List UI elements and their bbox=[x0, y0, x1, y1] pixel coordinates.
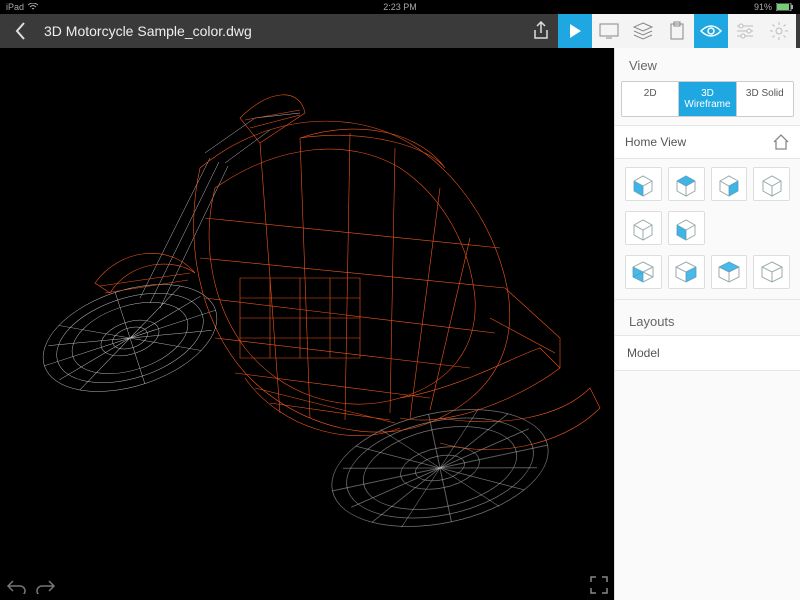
view-panel-button[interactable] bbox=[694, 14, 728, 48]
layers-button[interactable] bbox=[626, 14, 660, 48]
cube-right[interactable] bbox=[711, 167, 748, 201]
iso-se[interactable] bbox=[668, 255, 705, 289]
tool-strip bbox=[592, 14, 796, 48]
back-button[interactable] bbox=[4, 14, 38, 48]
view-mode-2d[interactable]: 2D bbox=[622, 82, 678, 116]
view-iso-row bbox=[615, 255, 800, 299]
iso-ne[interactable] bbox=[711, 255, 748, 289]
wifi-icon bbox=[28, 3, 38, 11]
app-header: 3D Motorcycle Sample_color.dwg bbox=[0, 14, 800, 48]
cube-left[interactable] bbox=[625, 211, 662, 245]
layout-item-model[interactable]: Model bbox=[615, 335, 800, 371]
iso-sw[interactable] bbox=[625, 255, 662, 289]
home-view-row[interactable]: Home View bbox=[615, 125, 800, 159]
play-button[interactable] bbox=[558, 14, 592, 48]
viewport-bottom-left bbox=[6, 578, 56, 594]
share-button[interactable] bbox=[524, 14, 558, 48]
view-mode-3d-wireframe[interactable]: 3D Wireframe bbox=[678, 82, 735, 116]
cube-back[interactable] bbox=[753, 167, 790, 201]
home-icon bbox=[772, 134, 790, 150]
3d-viewport[interactable] bbox=[0, 48, 614, 600]
redo-button[interactable] bbox=[36, 578, 56, 594]
battery-icon bbox=[776, 3, 794, 11]
battery-pct: 91% bbox=[754, 2, 772, 12]
clipboard-button[interactable] bbox=[660, 14, 694, 48]
fullscreen-button[interactable] bbox=[590, 576, 608, 594]
ios-status-bar: iPad 2:23 PM 91% bbox=[0, 0, 800, 14]
wireframe-render bbox=[0, 48, 614, 600]
view-cubes-row-1 bbox=[615, 167, 800, 211]
main-area: View 2D 3D Wireframe 3D Solid Home View bbox=[0, 48, 800, 600]
layouts-title: Layouts bbox=[615, 299, 800, 335]
file-title: 3D Motorcycle Sample_color.dwg bbox=[44, 23, 252, 39]
home-view-label: Home View bbox=[625, 135, 686, 149]
cube-top[interactable] bbox=[668, 167, 705, 201]
view-title: View bbox=[615, 48, 800, 81]
view-mode-segmented: 2D 3D Wireframe 3D Solid bbox=[621, 81, 794, 117]
settings-gear-button[interactable] bbox=[762, 14, 796, 48]
cube-front[interactable] bbox=[625, 167, 662, 201]
view-cubes-row-2 bbox=[615, 211, 800, 255]
screen-tool-button[interactable] bbox=[592, 14, 626, 48]
undo-button[interactable] bbox=[6, 578, 26, 594]
device-label: iPad bbox=[6, 2, 24, 12]
settings-adjust-button[interactable] bbox=[728, 14, 762, 48]
iso-nw[interactable] bbox=[753, 255, 790, 289]
view-sidebar: View 2D 3D Wireframe 3D Solid Home View bbox=[614, 48, 800, 600]
clock: 2:23 PM bbox=[383, 2, 417, 12]
cube-bottom[interactable] bbox=[668, 211, 705, 245]
view-mode-3d-solid[interactable]: 3D Solid bbox=[736, 82, 793, 116]
